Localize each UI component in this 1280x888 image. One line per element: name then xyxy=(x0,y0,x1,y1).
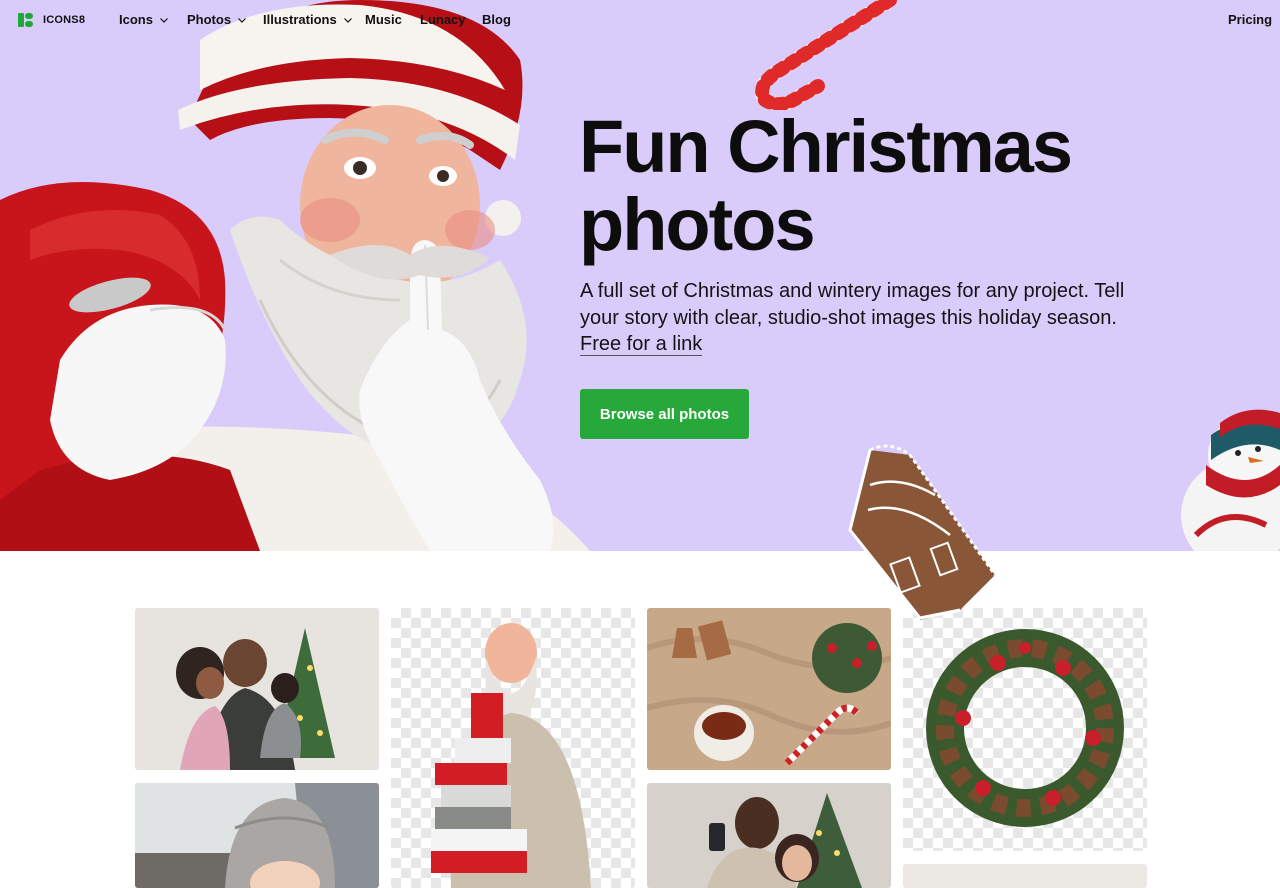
photo-santa-gift-boxes[interactable] xyxy=(391,608,635,888)
page: ICONS8 Icons Photos Illustrations Music … xyxy=(0,0,1280,888)
santa-image xyxy=(0,0,590,551)
nav-item-label: Lunacy xyxy=(420,12,466,27)
photo-couple-selfie[interactable] xyxy=(647,783,891,888)
nav-item-illustrations[interactable]: Illustrations xyxy=(263,12,353,27)
nav-item-music[interactable]: Music xyxy=(365,12,402,27)
nav-item-label: Blog xyxy=(482,12,511,27)
browse-all-photos-button[interactable]: Browse all photos xyxy=(580,389,749,439)
photo-woman-knit-hat[interactable] xyxy=(135,783,379,888)
hero-title-line1: Fun Christmas xyxy=(579,105,1073,188)
photo-christmas-wreath[interactable] xyxy=(903,608,1147,851)
brand-name: ICONS8 xyxy=(43,14,86,26)
nav-item-label: Icons xyxy=(119,12,153,27)
photo-family-christmas-tree[interactable] xyxy=(135,608,379,770)
nav-item-pricing[interactable]: Pricing xyxy=(1228,12,1272,27)
nav-item-label: Pricing xyxy=(1228,12,1273,27)
photo-cocoa-knit-blanket-image xyxy=(647,608,891,770)
photo-couple-selfie-image xyxy=(647,783,891,888)
hero-description-text: A full set of Christmas and wintery imag… xyxy=(580,280,1125,329)
hero-section: ICONS8 Icons Photos Illustrations Music … xyxy=(0,0,1280,551)
nav-item-label: Music xyxy=(365,12,402,27)
photo-next-item[interactable] xyxy=(903,864,1147,888)
gingerbread-cookie-image xyxy=(848,444,997,620)
nav-item-photos[interactable]: Photos xyxy=(187,12,247,27)
chevron-down-icon xyxy=(160,17,168,23)
hero-description: A full set of Christmas and wintery imag… xyxy=(580,278,1140,358)
photo-family-christmas-tree-image xyxy=(135,608,379,770)
nav-item-blog[interactable]: Blog xyxy=(482,12,511,27)
nav-item-icons[interactable]: Icons xyxy=(119,12,169,27)
photo-christmas-wreath-image xyxy=(926,629,1124,827)
nav-item-label: Photos xyxy=(187,12,232,27)
hero-title-line2: photos xyxy=(579,183,816,266)
snowman-ornament-image xyxy=(1181,409,1280,551)
photo-cocoa-knit-blanket[interactable] xyxy=(647,608,891,770)
photo-woman-knit-hat-image xyxy=(135,783,379,888)
nav-item-label: Illustrations xyxy=(263,12,337,27)
top-nav: ICONS8 Icons Photos Illustrations Music … xyxy=(0,0,1280,40)
chevron-down-icon xyxy=(343,17,352,23)
photo-santa-gift-boxes-image xyxy=(431,623,591,888)
free-for-link-link[interactable]: Free for a link xyxy=(580,333,703,356)
chevron-down-icon xyxy=(238,17,246,23)
hero-title: Fun Christmas photos xyxy=(579,108,1199,264)
nav-item-lunacy[interactable]: Lunacy xyxy=(420,12,466,27)
brand-logo[interactable]: ICONS8 xyxy=(18,12,85,28)
icons8-logo-icon xyxy=(18,13,33,27)
